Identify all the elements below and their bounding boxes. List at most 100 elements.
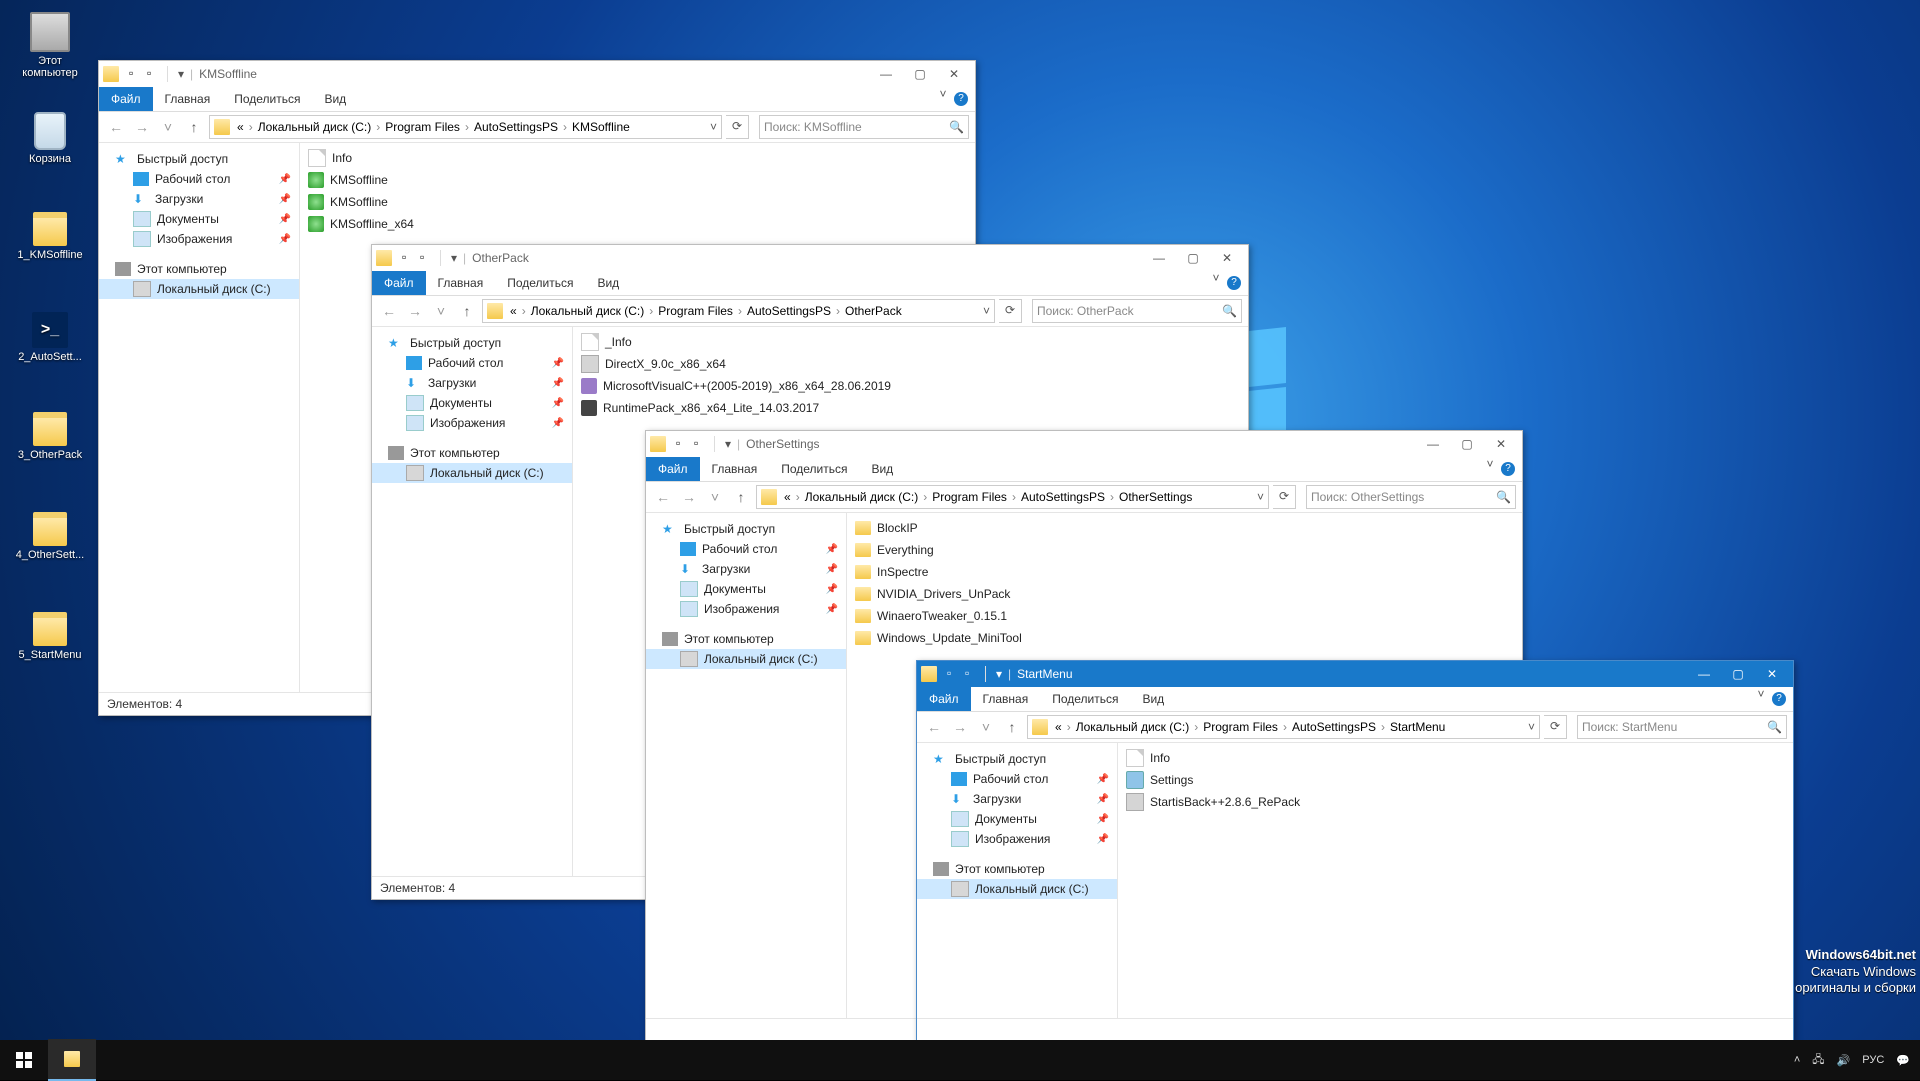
maximize-button[interactable]: ▢ [1721,661,1755,687]
up-button[interactable]: ↑ [1001,716,1023,738]
recent-dropdown[interactable]: ˅ [704,486,726,508]
breadcrumb-item[interactable]: Program Files [382,120,463,134]
breadcrumb-item[interactable]: Локальный диск (C:) [1073,720,1193,734]
maximize-button[interactable]: ▢ [1176,245,1210,271]
forward-button[interactable]: → [678,486,700,508]
file-item[interactable]: Info [1126,747,1785,769]
file-item[interactable]: KMSoffline [308,191,967,213]
address-dropdown-icon[interactable]: ˅ [706,120,721,134]
desktop-icon[interactable]: >_2_AutoSett... [12,312,88,363]
breadcrumb-item[interactable]: OtherPack [842,304,905,318]
qat-properties-icon[interactable]: ▫ [676,436,692,452]
file-item[interactable]: KMSoffline [308,169,967,191]
nav-downloads[interactable]: ⬇Загрузки📌 [372,373,572,393]
search-box[interactable]: Поиск: OtherPack🔍 [1032,299,1242,323]
file-item[interactable]: BlockIP [855,517,1514,539]
nav-documents[interactable]: Документы📌 [646,579,846,599]
breadcrumb-item[interactable]: Program Files [929,490,1010,504]
ribbon-tab-home[interactable]: Главная [153,87,223,111]
nav-drive-c[interactable]: Локальный диск (C:) [646,649,846,669]
help-button[interactable]: ? [1769,687,1789,711]
ribbon-tab-view[interactable]: Вид [859,457,905,481]
desktop-icon[interactable]: Корзина [12,112,88,165]
refresh-button[interactable]: ⟳ [1544,715,1567,739]
back-button[interactable]: ← [923,716,945,738]
search-box[interactable]: Поиск: KMSoffline🔍 [759,115,969,139]
address-dropdown-icon[interactable]: ˅ [1253,490,1268,504]
breadcrumb-item[interactable]: Program Files [655,304,736,318]
minimize-button[interactable]: — [869,61,903,87]
chevron-down-icon[interactable]: ▾ [996,667,1002,681]
refresh-button[interactable]: ⟳ [726,115,749,139]
ribbon-expand-icon[interactable]: ˅ [1753,687,1769,711]
start-button[interactable] [0,1040,48,1080]
qat-newfolder-icon[interactable]: ▫ [694,436,710,452]
address-bar[interactable]: «›Локальный диск (C:)›Program Files›Auto… [209,115,722,139]
nav-pictures[interactable]: Изображения📌 [372,413,572,433]
ribbon-tab-home[interactable]: Главная [426,271,496,295]
ribbon-tab-view[interactable]: Вид [585,271,631,295]
chevron-down-icon[interactable]: ▾ [451,251,457,265]
nav-pictures[interactable]: Изображения📌 [99,229,299,249]
breadcrumb-item[interactable]: « [234,120,247,134]
breadcrumb-item[interactable]: « [507,304,520,318]
address-dropdown-icon[interactable]: ˅ [1524,720,1539,734]
address-dropdown-icon[interactable]: ˅ [979,304,994,318]
ribbon-tab-share[interactable]: Поделиться [495,271,585,295]
ribbon-tab-share[interactable]: Поделиться [222,87,312,111]
file-item[interactable]: Everything [855,539,1514,561]
recent-dropdown[interactable]: ˅ [975,716,997,738]
minimize-button[interactable]: — [1687,661,1721,687]
breadcrumb-item[interactable]: Program Files [1200,720,1281,734]
refresh-button[interactable]: ⟳ [1273,485,1296,509]
chevron-down-icon[interactable]: ▾ [178,67,184,81]
ribbon-tab-home[interactable]: Главная [700,457,770,481]
file-item[interactable]: _Info [581,331,1240,353]
address-bar[interactable]: «›Локальный диск (C:)›Program Files›Auto… [1027,715,1540,739]
desktop-icon[interactable]: 3_OtherPack [12,412,88,461]
nav-quick-access[interactable]: ★Быстрый доступ [99,149,299,169]
nav-downloads[interactable]: ⬇Загрузки📌 [646,559,846,579]
maximize-button[interactable]: ▢ [1450,431,1484,457]
qat-newfolder-icon[interactable]: ▫ [420,250,436,266]
breadcrumb-item[interactable]: Локальный диск (C:) [528,304,648,318]
help-button[interactable]: ? [1498,457,1518,481]
nav-desktop[interactable]: Рабочий стол📌 [372,353,572,373]
back-button[interactable]: ← [378,300,400,322]
address-bar[interactable]: «›Локальный диск (C:)›Program Files›Auto… [482,299,995,323]
titlebar[interactable]: ▫▫▾|KMSoffline—▢✕ [99,61,975,87]
recent-dropdown[interactable]: ˅ [430,300,452,322]
file-item[interactable]: KMSoffline_x64 [308,213,967,235]
ribbon-tab-view[interactable]: Вид [312,87,358,111]
breadcrumb-item[interactable]: AutoSettingsPS [1018,490,1108,504]
close-button[interactable]: ✕ [937,61,971,87]
qat-newfolder-icon[interactable]: ▫ [965,666,981,682]
nav-this-pc[interactable]: Этот компьютер [917,859,1117,879]
nav-quick-access[interactable]: ★Быстрый доступ [372,333,572,353]
nav-this-pc[interactable]: Этот компьютер [646,629,846,649]
nav-drive-c[interactable]: Локальный диск (C:) [99,279,299,299]
help-button[interactable]: ? [951,87,971,111]
ribbon-tab-file[interactable]: Файл [646,457,700,481]
file-item[interactable]: DirectX_9.0c_x86_x64 [581,353,1240,375]
nav-documents[interactable]: Документы📌 [917,809,1117,829]
back-button[interactable]: ← [105,116,127,138]
file-item[interactable]: NVIDIA_Drivers_UnPack [855,583,1514,605]
ribbon-tab-share[interactable]: Поделиться [1040,687,1130,711]
file-list[interactable]: InfoSettingsStartisBack++2.8.6_RePack [1118,743,1793,1018]
forward-button[interactable]: → [404,300,426,322]
back-button[interactable]: ← [652,486,674,508]
ribbon-expand-icon[interactable]: ˅ [1208,271,1224,295]
file-item[interactable]: WinaeroTweaker_0.15.1 [855,605,1514,627]
breadcrumb-item[interactable]: OtherSettings [1116,490,1195,504]
breadcrumb-item[interactable]: Локальный диск (C:) [255,120,375,134]
language-indicator[interactable]: РУС [1862,1054,1884,1066]
tray-up-icon[interactable]: ˄ [1794,1054,1800,1066]
forward-button[interactable]: → [949,716,971,738]
ribbon-tab-view[interactable]: Вид [1130,687,1176,711]
file-item[interactable]: RuntimePack_x86_x64_Lite_14.03.2017 [581,397,1240,419]
breadcrumb-item[interactable]: AutoSettingsPS [471,120,561,134]
ribbon-expand-icon[interactable]: ˅ [1482,457,1498,481]
up-button[interactable]: ↑ [456,300,478,322]
file-item[interactable]: Settings [1126,769,1785,791]
